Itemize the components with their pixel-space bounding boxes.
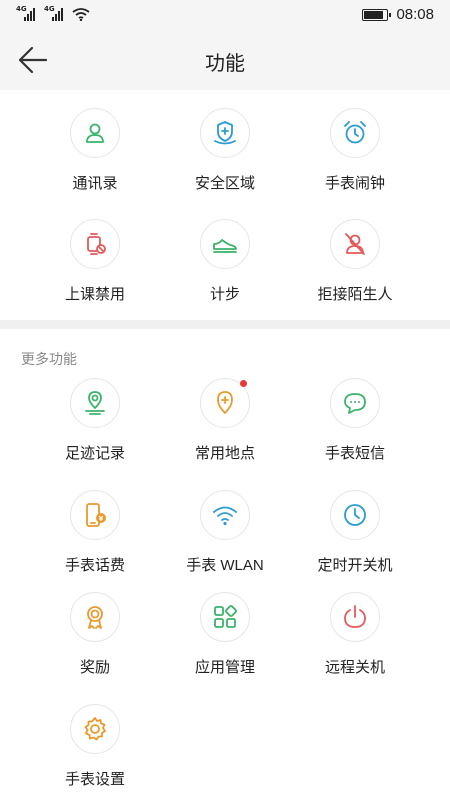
function-label: 手表设置 — [64, 771, 125, 788]
safe-zone-icon — [214, 121, 236, 145]
function-item-common-places[interactable]: 常用地点 — [160, 378, 290, 463]
function-item-contacts[interactable]: 通讯录 — [30, 108, 160, 193]
signal-icon: 4G — [44, 5, 66, 21]
more-functions-grid: 足迹记录 常用地点 手表短信手表话费 手表 WLAN 定时开关机奖励 应用管理 远程关机手表… — [0, 378, 450, 798]
function-label: 手表 WLAN — [186, 557, 264, 574]
icon-circle — [330, 108, 380, 158]
function-label: 应用管理 — [194, 659, 255, 676]
wifi-status-icon — [72, 8, 90, 21]
wifi-icon — [213, 506, 237, 526]
function-item-power[interactable]: 远程关机 — [290, 592, 420, 677]
power-icon — [344, 605, 366, 628]
icon-circle — [70, 592, 120, 642]
alarm-clock-icon — [344, 121, 366, 144]
clock: 08:08 — [396, 6, 434, 23]
function-item-footprint[interactable]: 足迹记录 — [30, 378, 160, 463]
function-label: 拒接陌生人 — [317, 286, 393, 303]
footprint-icon — [85, 391, 105, 415]
icon-circle — [70, 490, 120, 540]
icon-circle — [330, 592, 380, 642]
icon-circle — [330, 378, 380, 428]
function-item-settings-gear[interactable]: 手表设置 — [30, 704, 160, 789]
function-label: 手表闹钟 — [324, 175, 385, 192]
function-item-step-counter[interactable]: 计步 — [160, 219, 290, 304]
function-label: 常用地点 — [194, 445, 255, 462]
icon-circle — [200, 108, 250, 158]
function-item-safe-zone[interactable]: 安全区域 — [160, 108, 290, 193]
function-label: 上课禁用 — [64, 286, 125, 303]
function-label: 奖励 — [79, 659, 110, 676]
notification-dot — [240, 380, 247, 387]
function-label: 安全区域 — [194, 175, 255, 192]
function-item-phone-bill[interactable]: 手表话费 — [30, 490, 160, 575]
function-label: 远程关机 — [324, 659, 385, 676]
function-label: 手表短信 — [324, 445, 385, 462]
timer-icon — [344, 504, 366, 526]
status-bar: 4G 4G 08:08 — [0, 0, 450, 30]
function-item-alarm-clock[interactable]: 手表闹钟 — [290, 108, 420, 193]
step-counter-icon — [213, 239, 237, 253]
icon-circle — [200, 219, 250, 269]
sms-icon — [344, 393, 366, 414]
function-label: 定时开关机 — [317, 557, 393, 574]
block-stranger-icon — [345, 233, 365, 255]
function-item-wifi[interactable]: 手表 WLAN — [160, 490, 290, 575]
function-label: 手表话费 — [64, 557, 125, 574]
function-item-class-disable[interactable]: 上课禁用 — [30, 219, 160, 304]
signal-icon: 4G — [16, 5, 38, 21]
phone-bill-icon — [86, 503, 106, 527]
function-item-app-manage[interactable]: 应用管理 — [160, 592, 290, 677]
function-item-timer[interactable]: 定时开关机 — [290, 490, 420, 575]
function-label: 计步 — [209, 286, 240, 303]
function-item-award[interactable]: 奖励 — [30, 592, 160, 677]
function-label: 足迹记录 — [64, 445, 125, 462]
function-item-sms[interactable]: 手表短信 — [290, 378, 420, 463]
icon-circle — [70, 108, 120, 158]
more-functions-title: 更多功能 — [21, 351, 77, 367]
function-item-block-stranger[interactable]: 拒接陌生人 — [290, 219, 420, 304]
award-icon — [87, 606, 103, 629]
contacts-icon — [86, 123, 104, 143]
icon-circle — [200, 378, 250, 428]
function-grid: 通讯录 安全区域 手表闹钟上课禁用 计步 拒接陌生人 — [0, 108, 450, 308]
common-places-icon — [217, 391, 233, 414]
settings-gear-icon — [84, 717, 106, 741]
battery-icon — [362, 8, 392, 21]
title-bar: 功能 — [0, 30, 450, 90]
section-divider — [0, 320, 450, 329]
icon-circle — [70, 704, 120, 754]
app-manage-icon — [214, 605, 237, 628]
icon-circle — [70, 219, 120, 269]
page-title: 功能 — [205, 53, 245, 75]
icon-circle — [330, 490, 380, 540]
function-label: 通讯录 — [72, 175, 118, 192]
icon-circle — [70, 378, 120, 428]
class-disable-icon — [87, 233, 106, 255]
icon-circle — [330, 219, 380, 269]
icon-circle — [200, 592, 250, 642]
icon-circle — [200, 490, 250, 540]
